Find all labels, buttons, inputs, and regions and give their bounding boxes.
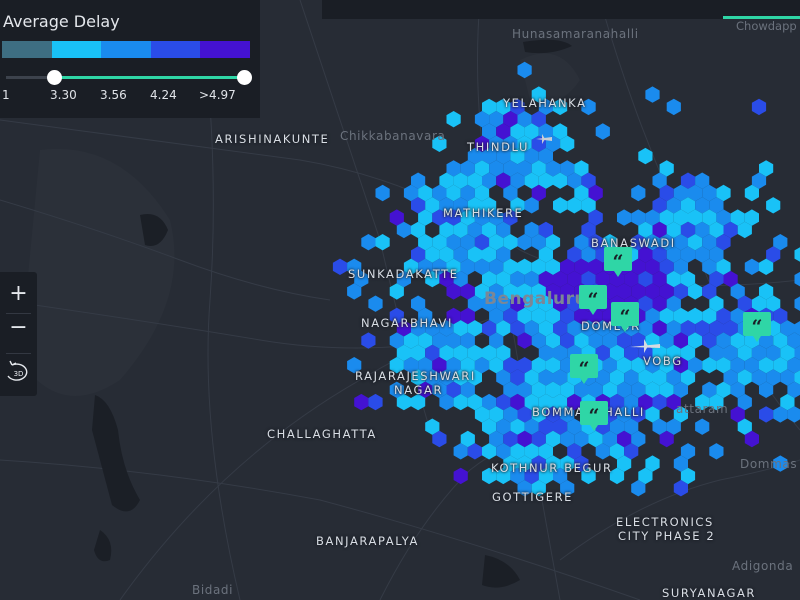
- delay-hex-cell[interactable]: [361, 332, 376, 349]
- lake: [482, 555, 520, 588]
- svg-text:“: “: [613, 251, 624, 273]
- delay-hex-cell[interactable]: [368, 295, 383, 312]
- delay-hex-cell[interactable]: [453, 467, 468, 485]
- legend-color-swatch: [51, 41, 102, 58]
- delay-hex-cell[interactable]: [354, 393, 369, 411]
- zoom-in-button[interactable]: +: [0, 278, 37, 310]
- legend-color-swatch: [2, 41, 52, 58]
- legend-tick-label: 3.30: [50, 88, 77, 102]
- delay-hex-cell[interactable]: [375, 234, 390, 251]
- delay-hex-cell[interactable]: [595, 123, 610, 140]
- delay-hex-cell[interactable]: [751, 98, 767, 116]
- legend-panel: Average Delay 1 3.30 3.56 4.24 >4.97: [0, 0, 260, 118]
- range-slider-fill: [54, 76, 244, 79]
- place-label: GOTTIGERE: [492, 490, 574, 504]
- place-label: Chikkabanavara: [340, 129, 446, 143]
- place-label: Bidadi: [192, 583, 234, 597]
- delay-hex-cell[interactable]: [794, 296, 800, 312]
- airplane-icon: [536, 134, 552, 144]
- place-label: CHALLAGHATTA: [267, 427, 377, 441]
- svg-text:“: “: [588, 289, 599, 311]
- delay-hex-cell[interactable]: [759, 406, 774, 423]
- delay-hex-cell[interactable]: [553, 197, 568, 214]
- road-line: [559, 459, 800, 561]
- delay-hex-cell[interactable]: [332, 258, 348, 275]
- delay-hex-cell[interactable]: [375, 184, 390, 202]
- place-label: Hunasamaranahalli: [512, 27, 639, 41]
- svg-text:“: “: [620, 306, 631, 328]
- legend-tick-label: 3.56: [100, 88, 127, 102]
- place-label: CITY PHASE 2: [618, 529, 716, 543]
- place-label: SURYANAGAR: [662, 586, 757, 600]
- lake: [523, 39, 572, 54]
- delay-hex-cell[interactable]: [794, 246, 800, 262]
- airplane-icon: [630, 339, 660, 353]
- 3d-rotate-icon: 3D: [7, 360, 28, 381]
- delay-hex-cell[interactable]: [709, 443, 724, 460]
- delay-hex-cell[interactable]: [766, 197, 781, 214]
- legend-color-scale: [2, 41, 250, 58]
- legend-tick-label: >4.97: [199, 88, 236, 102]
- place-label: BANJARAPALYA: [316, 534, 419, 548]
- terrain-patch: [20, 148, 175, 396]
- delay-hex-cell[interactable]: [744, 258, 759, 275]
- divider: [6, 353, 31, 354]
- delay-hex-cell[interactable]: [361, 234, 376, 251]
- place-label: SUNKADAKATTE: [348, 267, 459, 281]
- place-label: Dommas: [740, 457, 798, 471]
- lake: [94, 530, 112, 562]
- place-label: KOTHNUR BEGUR: [491, 461, 613, 475]
- delay-hex-cell[interactable]: [645, 86, 660, 103]
- legend-tick-label: 4.24: [150, 88, 177, 102]
- place-label: ELECTRONICS: [616, 515, 714, 529]
- svg-text:“: “: [579, 358, 590, 380]
- place-label: THINDLU: [467, 140, 529, 154]
- delay-hex-cell[interactable]: [446, 111, 461, 128]
- place-label: RAJARAJESHWARI: [355, 369, 476, 383]
- zoom-out-button[interactable]: −: [0, 312, 37, 344]
- 3d-toggle-button[interactable]: 3D: [0, 356, 37, 390]
- range-slider-max-handle[interactable]: [237, 70, 252, 85]
- place-label: Adigonda: [732, 559, 794, 573]
- legend-tick-label: 1: [2, 88, 10, 102]
- delay-hex-cell[interactable]: [794, 271, 800, 287]
- city-label: Bengaluru: [484, 289, 588, 309]
- lake: [92, 395, 140, 512]
- svg-text:“: “: [589, 405, 600, 427]
- delay-hex-cell[interactable]: [695, 418, 710, 435]
- place-label: ARISHINAKUNTE: [215, 132, 330, 146]
- legend-color-swatch: [150, 41, 201, 58]
- place-label: attaram: [676, 402, 729, 416]
- delay-hex-cell[interactable]: [617, 209, 632, 226]
- map-controls: + − 3D: [0, 272, 37, 396]
- delay-hex-cell[interactable]: [631, 184, 646, 202]
- delay-hex-cell[interactable]: [368, 393, 383, 411]
- top-tab[interactable]: Chowdapp: [736, 19, 797, 33]
- svg-text:“: “: [752, 316, 763, 338]
- legend-color-swatch: [200, 41, 250, 58]
- delay-hex-cell[interactable]: [666, 98, 681, 116]
- place-label: YELAHANKA: [503, 96, 587, 110]
- airport-code-label: VOBG: [643, 354, 683, 368]
- range-slider-min-handle[interactable]: [47, 70, 62, 85]
- legend-title: Average Delay: [3, 12, 120, 31]
- legend-color-swatch: [101, 41, 151, 58]
- place-label: NAGARBHAVI: [361, 316, 453, 330]
- place-label: MATHIKERE: [443, 206, 524, 220]
- delay-hex-cell[interactable]: [638, 147, 653, 165]
- place-label: NAGAR: [394, 383, 444, 397]
- 3d-label: 3D: [14, 370, 24, 378]
